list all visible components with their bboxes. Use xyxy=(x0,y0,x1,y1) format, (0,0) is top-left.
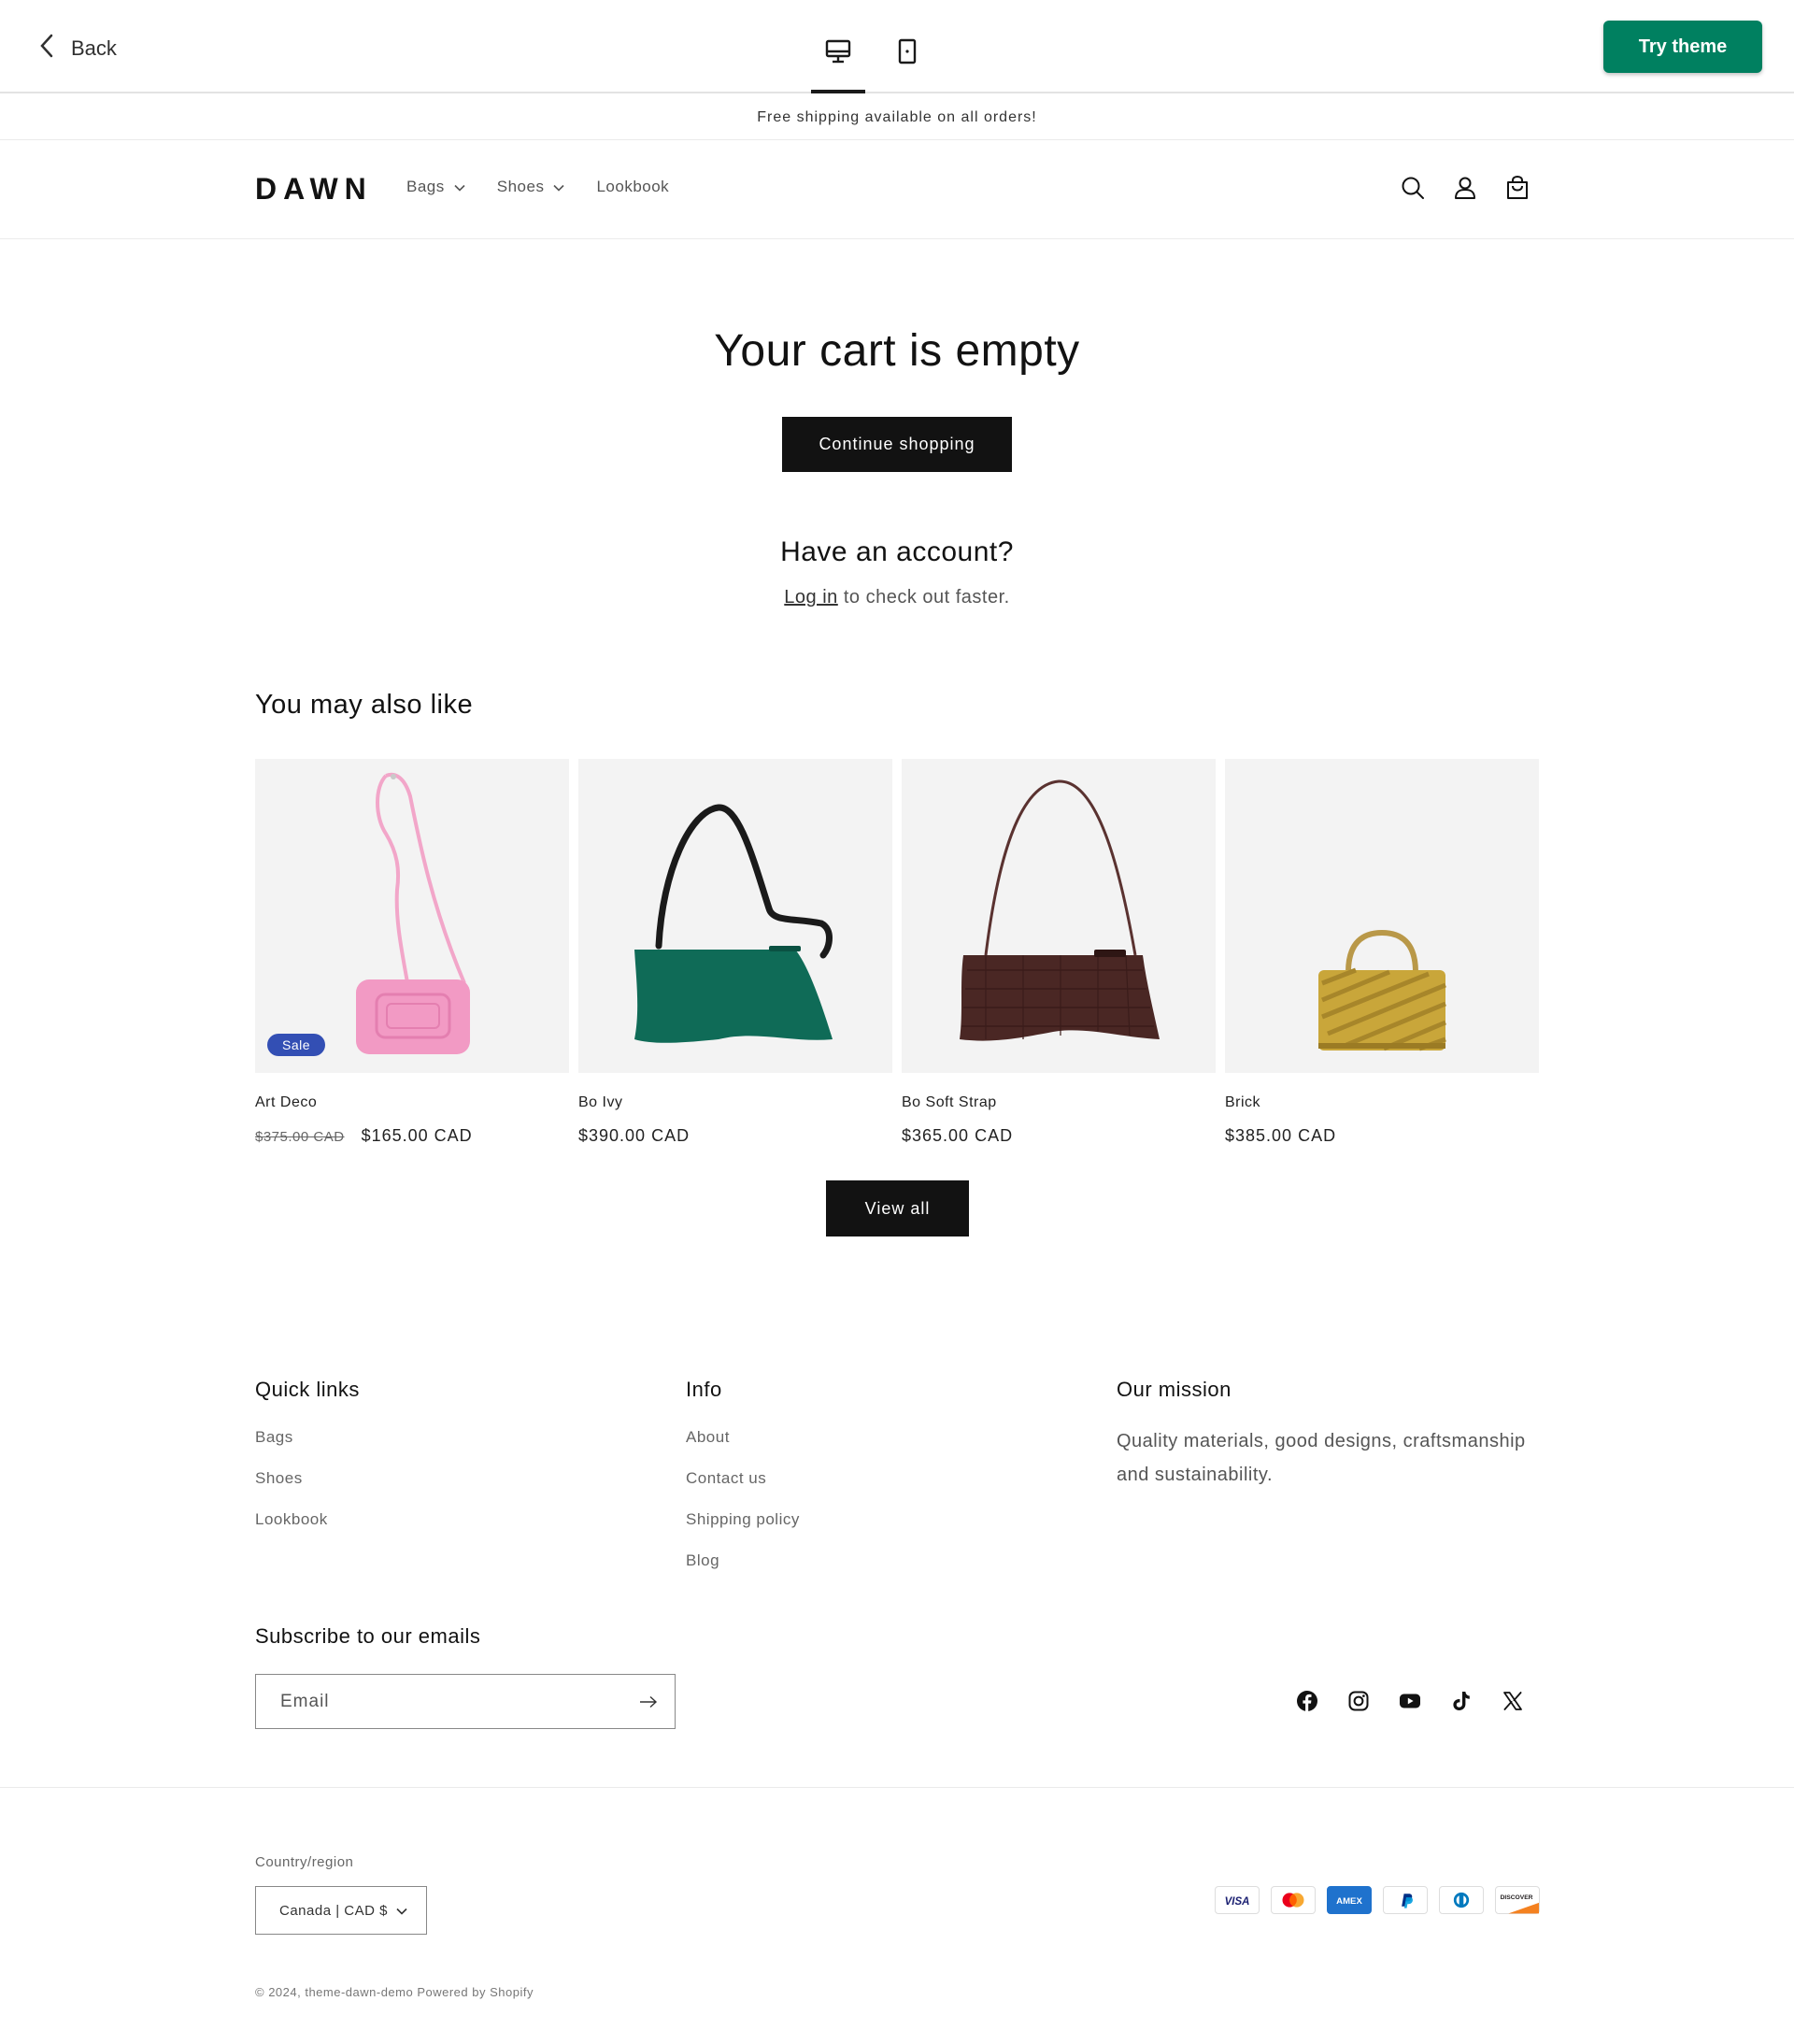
product-price-row: $365.00 CAD xyxy=(902,1126,1216,1146)
sale-price: $165.00 CAD xyxy=(361,1126,473,1145)
diners-club-icon xyxy=(1439,1886,1484,1914)
payment-icons: VISA AMEX DISCOVER xyxy=(1215,1886,1540,1914)
nav-item-shoes[interactable]: Shoes xyxy=(497,178,565,196)
back-button[interactable]: Back xyxy=(37,32,117,65)
product-name: Bo Ivy xyxy=(578,1094,623,1110)
login-link[interactable]: Log in xyxy=(784,587,838,607)
chevron-down-icon xyxy=(454,178,465,196)
chevron-down-icon xyxy=(396,1903,407,1919)
product-price-row: $375.00 CAD $165.00 CAD xyxy=(255,1126,569,1146)
product-name: Bo Soft Strap xyxy=(902,1094,997,1110)
product-card[interactable]: Bo Ivy $390.00 CAD xyxy=(578,759,892,1146)
nav-item-bags[interactable]: Bags xyxy=(406,178,465,196)
product-image-bo-soft-strap xyxy=(902,759,1216,1073)
country-label: Country/region xyxy=(255,1854,354,1870)
main-nav: Bags Shoes Lookbook xyxy=(406,178,669,196)
nav-label: Shoes xyxy=(496,178,545,195)
product-name: Brick xyxy=(1225,1094,1261,1110)
product-price: $390.00 CAD xyxy=(578,1126,691,1145)
footer-quick-links: Quick links Bags Shoes Lookbook xyxy=(255,1378,360,1551)
email-submit-button[interactable] xyxy=(622,1675,675,1728)
footer-link-shoes[interactable]: Shoes xyxy=(255,1469,360,1510)
product-image-brick xyxy=(1225,759,1539,1073)
product-name: Art Deco xyxy=(255,1094,318,1110)
footer-heading: Quick links xyxy=(255,1378,360,1401)
footer-link-bags[interactable]: Bags xyxy=(255,1428,360,1469)
footer-link-contact[interactable]: Contact us xyxy=(686,1469,800,1510)
store-logo[interactable]: DAWN xyxy=(255,172,373,207)
footer-link-shipping-policy[interactable]: Shipping policy xyxy=(686,1510,800,1551)
desktop-icon xyxy=(824,37,852,70)
store-header: DAWN Bags Shoes Lookbook xyxy=(0,140,1794,239)
mobile-icon xyxy=(893,37,921,70)
chevron-down-icon xyxy=(553,178,565,196)
social-links xyxy=(1296,1690,1524,1712)
visa-icon: VISA xyxy=(1215,1886,1260,1914)
account-icon[interactable] xyxy=(1451,174,1479,202)
footer-link-about[interactable]: About xyxy=(686,1428,800,1469)
account-title: Have an account? xyxy=(780,536,1014,567)
try-theme-button[interactable]: Try theme xyxy=(1603,21,1762,73)
back-label: Back xyxy=(71,36,117,60)
youtube-icon[interactable] xyxy=(1399,1690,1421,1712)
footer-heading: Info xyxy=(686,1378,722,1401)
header-icons xyxy=(1399,174,1531,202)
continue-shopping-button[interactable]: Continue shopping xyxy=(782,417,1012,472)
device-switch xyxy=(811,21,934,93)
mastercard-icon xyxy=(1271,1886,1316,1914)
cart-empty-title: Your cart is empty xyxy=(714,326,1080,376)
login-suffix: to check out faster. xyxy=(837,587,1010,607)
x-icon[interactable] xyxy=(1502,1690,1524,1712)
footer-heading: Our mission xyxy=(1117,1378,1232,1401)
mobile-view-button[interactable] xyxy=(880,21,934,93)
footer-link-blog[interactable]: Blog xyxy=(686,1551,800,1593)
facebook-icon[interactable] xyxy=(1296,1690,1318,1712)
svg-text:VISA: VISA xyxy=(1225,1896,1250,1908)
country-selector[interactable]: Canada | CAD $ xyxy=(255,1886,427,1935)
country-value: Canada | CAD $ xyxy=(279,1902,388,1919)
chevron-left-icon xyxy=(37,32,56,65)
product-price: $385.00 CAD xyxy=(1225,1126,1337,1145)
product-card[interactable]: Sale Art Deco $375.00 CAD $165.00 CAD xyxy=(255,759,569,1146)
footer-divider xyxy=(0,1787,1794,1788)
search-icon[interactable] xyxy=(1399,174,1427,202)
svg-text:DISCOVER: DISCOVER xyxy=(1501,1894,1533,1901)
tiktok-icon[interactable] xyxy=(1450,1690,1473,1712)
copyright: © 2024, theme-dawn-demo Powered by Shopi… xyxy=(255,1985,534,1999)
recommendations-title: You may also like xyxy=(255,690,474,720)
footer-info: Info About Contact us Shipping policy Bl… xyxy=(686,1378,800,1593)
nav-label: Lookbook xyxy=(596,178,670,195)
instagram-icon[interactable] xyxy=(1347,1690,1370,1712)
sale-badge: Sale xyxy=(267,1034,326,1056)
account-text: Log in to check out faster. xyxy=(0,587,1794,608)
discover-icon: DISCOVER xyxy=(1495,1886,1540,1914)
arrow-right-icon xyxy=(640,1695,658,1708)
preview-bar: Back Try theme xyxy=(0,0,1794,93)
cart-icon[interactable] xyxy=(1503,174,1531,202)
nav-item-lookbook[interactable]: Lookbook xyxy=(596,178,669,196)
amex-icon: AMEX xyxy=(1327,1886,1372,1914)
product-card[interactable]: Bo Soft Strap $365.00 CAD xyxy=(902,759,1216,1146)
subscribe-title: Subscribe to our emails xyxy=(255,1624,481,1648)
svg-text:AMEX: AMEX xyxy=(1336,1896,1362,1907)
product-grid: Sale Art Deco $375.00 CAD $165.00 CAD Bo… xyxy=(255,759,1539,1146)
footer-mission: Our mission Quality materials, good desi… xyxy=(1117,1378,1546,1492)
product-image-bo-ivy xyxy=(578,759,892,1073)
product-price-row: $385.00 CAD xyxy=(1225,1126,1539,1146)
announcement-bar: Free shipping available on all orders! xyxy=(0,95,1794,140)
email-input[interactable] xyxy=(256,1675,622,1728)
compare-price: $375.00 CAD xyxy=(255,1129,345,1145)
product-price: $365.00 CAD xyxy=(902,1126,1014,1145)
product-price-row: $390.00 CAD xyxy=(578,1126,892,1146)
product-image-art-deco: Sale xyxy=(255,759,569,1073)
mission-text: Quality materials, good designs, craftsm… xyxy=(1117,1431,1526,1485)
paypal-icon xyxy=(1383,1886,1428,1914)
email-form xyxy=(255,1674,676,1729)
view-all-button[interactable]: View all xyxy=(826,1180,969,1236)
footer-link-lookbook[interactable]: Lookbook xyxy=(255,1510,360,1551)
nav-label: Bags xyxy=(406,178,445,195)
desktop-view-button[interactable] xyxy=(811,21,865,93)
product-card[interactable]: Brick $385.00 CAD xyxy=(1225,759,1539,1146)
